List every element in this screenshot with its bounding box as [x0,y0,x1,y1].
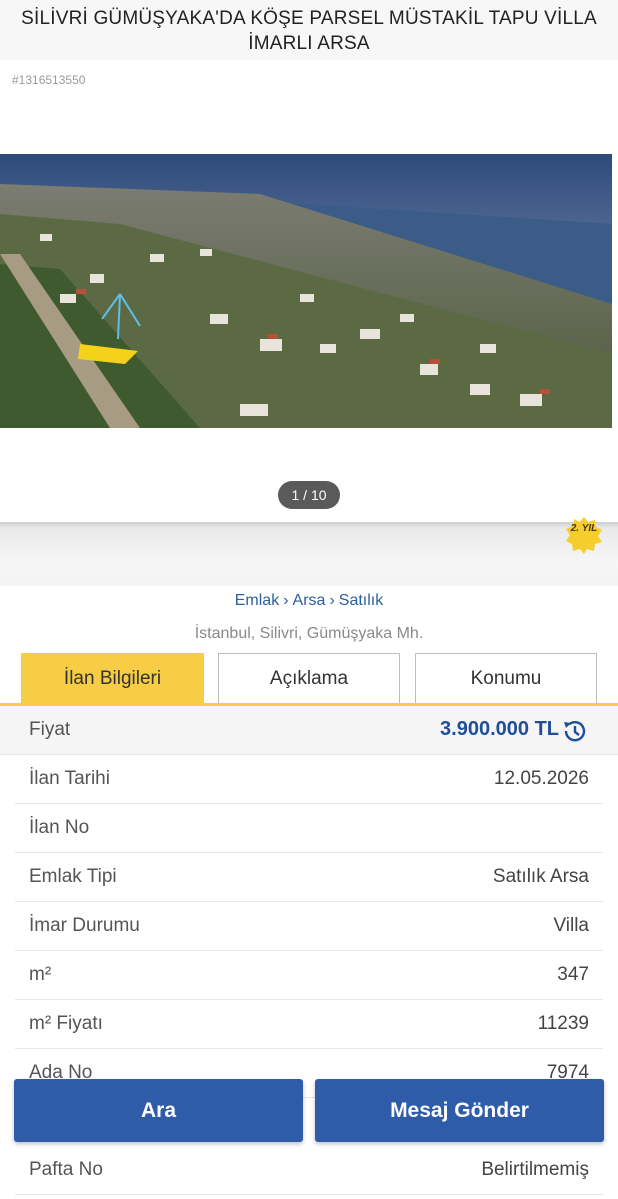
action-bar: Ara Mesaj Gönder [0,1070,618,1154]
info-row-property-type: Emlak Tipi Satılık Arsa [15,853,603,902]
info-row-area: m² 347 [15,951,603,1000]
info-value: 11239 [537,1013,589,1034]
info-row-date: İlan Tarihi 12.05.2026 [15,755,603,804]
breadcrumb: Emlak › Arsa › Satılık [0,592,618,610]
info-key: m² [29,964,52,985]
breadcrumb-satilik[interactable]: Satılık [339,592,383,609]
info-key: Fiyat [29,719,71,740]
info-row-price: Fiyat 3.900.000 TL [0,706,618,755]
badge-star-icon [566,517,602,554]
photo-counter: 1 / 10 [278,481,340,509]
listing-location: İstanbul, Silivri, Gümüşyaka Mh. [194,625,424,642]
listing-title-line-2: İMARLI ARSA [248,33,370,54]
listing-photo[interactable] [0,154,612,428]
header-divider [0,522,618,586]
breadcrumb-separator: › [283,592,289,609]
info-row-listing-no: İlan No [15,804,603,853]
send-message-button[interactable]: Mesaj Gönder [315,1079,604,1142]
info-key: m² Fiyatı [29,1013,103,1034]
listing-info-table: Fiyat 3.900.000 TL İlan Tarihi 12.05.202… [0,706,618,1098]
info-value: Satılık Arsa [492,866,589,887]
listing-id: #1316513550 [12,73,86,87]
tab-ilan-bilgileri[interactable]: İlan Bilgileri [21,653,204,704]
detail-tabs: İlan Bilgileri Açıklama Konumu [21,653,597,704]
badge-text: 2. YIL [570,523,598,534]
listing-title-line-1: SİLİVRİ GÜMÜŞYAKA'DA KÖŞE PARSEL MÜSTAKİ… [21,8,597,29]
membership-year-badge: 2. YIL [565,516,603,554]
breadcrumb-emlak[interactable]: Emlak [235,592,279,609]
history-icon[interactable] [560,717,588,745]
aerial-photo-image [0,154,612,428]
breadcrumb-separator: › [329,592,335,609]
info-value: Belirtilmemiş [481,1159,589,1180]
info-row-price-per-m2: m² Fiyatı 11239 [15,1000,603,1049]
info-value: 347 [557,964,589,985]
info-key: Pafta No [29,1159,103,1180]
info-value: Villa [553,915,589,936]
tab-konumu[interactable]: Konumu [415,653,597,704]
info-key: Emlak Tipi [29,866,117,887]
info-row-zoning: İmar Durumu Villa [15,902,603,951]
listing-title-bar: SİLİVRİ GÜMÜŞYAKA'DA KÖŞE PARSEL MÜSTAKİ… [0,0,618,62]
info-key: İmar Durumu [29,915,140,936]
call-button[interactable]: Ara [14,1079,303,1142]
price-value: 3.900.000 TL [440,718,559,740]
info-value: 12.05.2026 [493,768,589,789]
info-key: İlan No [29,817,90,838]
tab-aciklama[interactable]: Açıklama [218,653,400,704]
breadcrumb-arsa[interactable]: Arsa [293,592,326,609]
info-key: İlan Tarihi [29,768,110,789]
